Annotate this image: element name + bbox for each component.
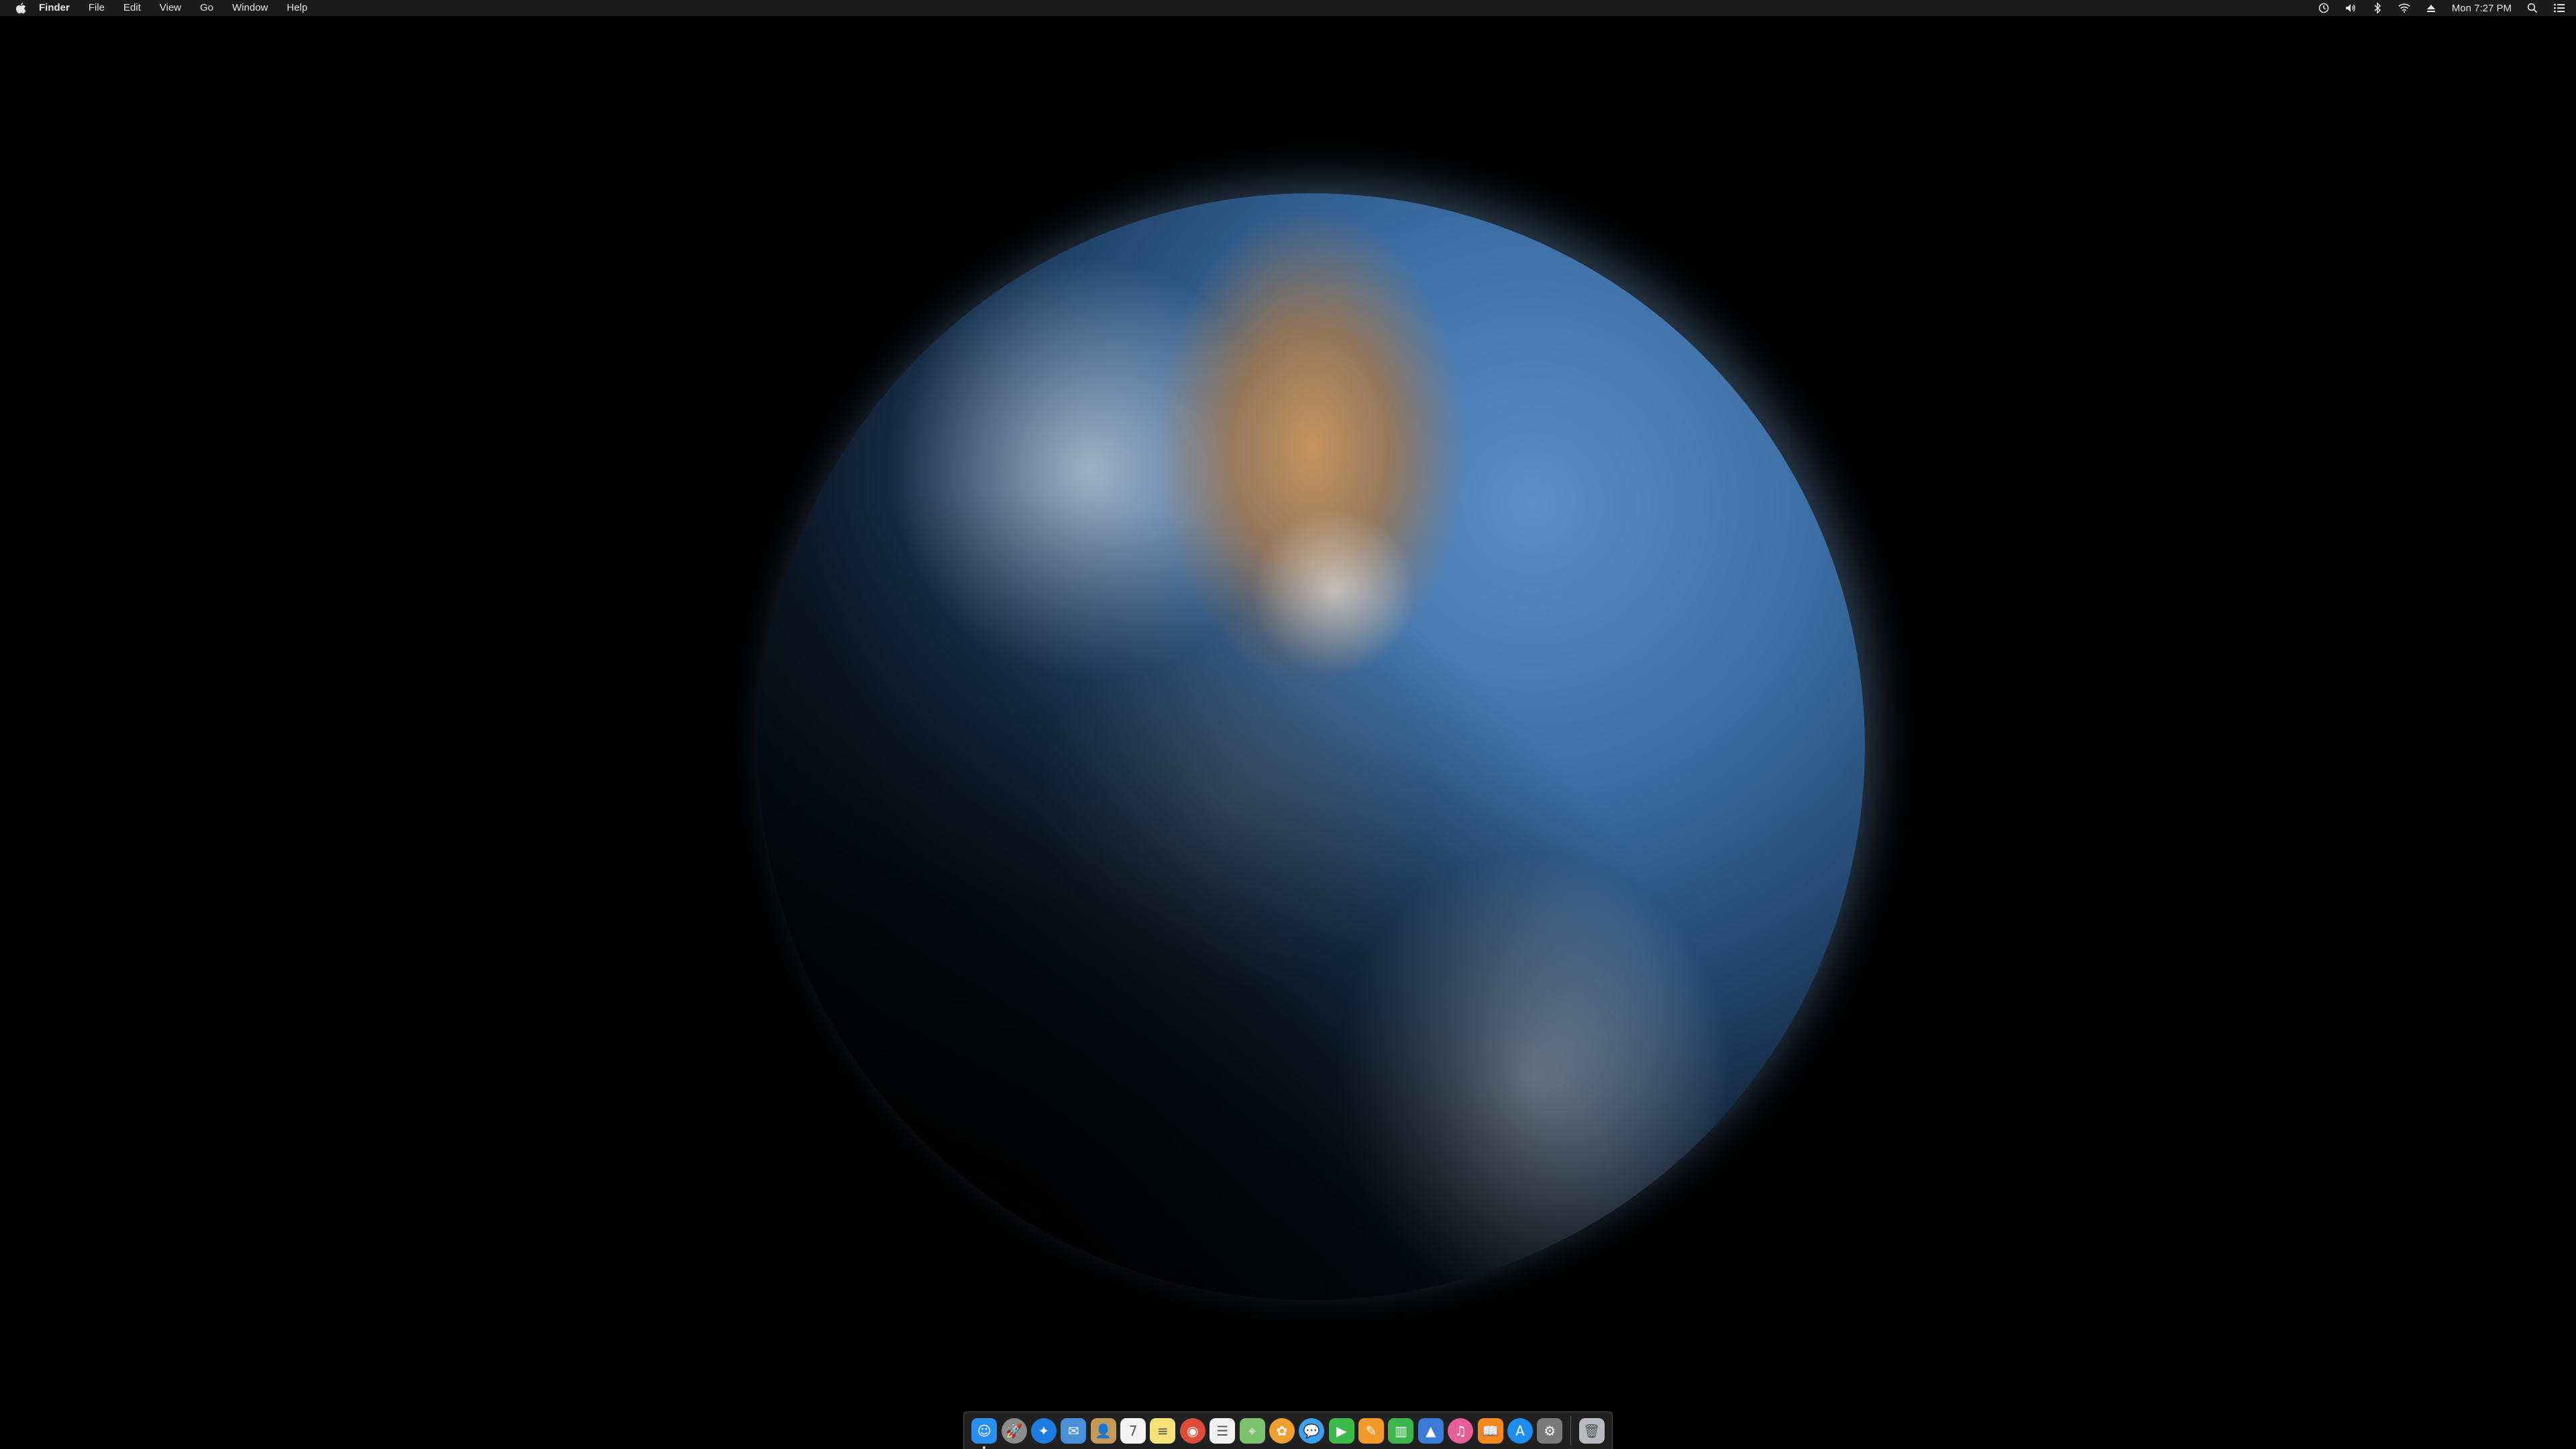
menu-help[interactable]: Help — [287, 0, 308, 16]
apple-icon[interactable] — [15, 2, 27, 14]
dock-item-notes[interactable]: ≡ — [1148, 1415, 1177, 1446]
dock-item-launchpad[interactable]: 🚀 — [999, 1415, 1028, 1446]
dock-item-app-store[interactable]: A — [1505, 1415, 1535, 1446]
chrome-icon: ◉ — [1179, 1417, 1205, 1444]
dock-item-itunes[interactable]: ♫ — [1446, 1415, 1475, 1446]
menu-edit[interactable]: Edit — [123, 0, 141, 16]
launchpad-icon: 🚀 — [1001, 1417, 1027, 1444]
eject-icon[interactable] — [2425, 2, 2437, 14]
dock-item-keynote[interactable]: ▲ — [1416, 1415, 1446, 1446]
dock: ☺ 🚀 ✦ ✉ 👤 7 ≡ ◉ ☰ ⌖ ✿ 💬 ▶ ✎ ▥ ▲ ♫ 📖 A ⚙ 🗑 — [963, 1411, 1613, 1449]
safari-icon: ✦ — [1030, 1417, 1057, 1444]
menu-finder[interactable]: Finder — [39, 0, 70, 16]
dock-item-calendar[interactable]: 7 — [1118, 1415, 1148, 1446]
dock-item-photos[interactable]: ✿ — [1267, 1415, 1297, 1446]
numbers-icon: ▥ — [1388, 1417, 1414, 1444]
system-preferences-icon: ⚙ — [1537, 1417, 1563, 1444]
dock-item-system-preferences[interactable]: ⚙ — [1535, 1415, 1564, 1446]
dock-item-mail[interactable]: ✉ — [1059, 1415, 1088, 1446]
menu-bar: Finder File Edit View Go Window Help Mon… — [0, 0, 2576, 16]
menu-file[interactable]: File — [89, 0, 105, 16]
notes-icon: ≡ — [1150, 1417, 1176, 1444]
dock-item-pages[interactable]: ✎ — [1356, 1415, 1386, 1446]
earth-night-shadow — [758, 193, 1865, 1300]
dock-item-contacts[interactable]: 👤 — [1089, 1415, 1118, 1446]
messages-icon: 💬 — [1299, 1417, 1325, 1444]
notification-center-icon[interactable] — [2553, 2, 2565, 14]
dock-item-facetime[interactable]: ▶ — [1327, 1415, 1356, 1446]
facetime-icon: ▶ — [1328, 1417, 1354, 1444]
dock-item-reminders[interactable]: ☰ — [1208, 1415, 1237, 1446]
dock-item-ibooks[interactable]: 📖 — [1475, 1415, 1505, 1446]
contacts-icon: 👤 — [1090, 1417, 1116, 1444]
dock-item-chrome[interactable]: ◉ — [1178, 1415, 1208, 1446]
wallpaper-earth — [758, 193, 1865, 1300]
dock-item-safari[interactable]: ✦ — [1029, 1415, 1059, 1446]
photos-icon: ✿ — [1269, 1417, 1295, 1444]
dock-item-numbers[interactable]: ▥ — [1386, 1415, 1415, 1446]
app-store-icon: A — [1507, 1417, 1533, 1444]
wifi-icon[interactable] — [2398, 2, 2410, 14]
dock-item-messages[interactable]: 💬 — [1297, 1415, 1326, 1446]
itunes-icon: ♫ — [1448, 1417, 1474, 1444]
dock-separator — [1570, 1415, 1572, 1446]
dock-item-trash[interactable]: 🗑 — [1576, 1415, 1606, 1446]
keynote-icon: ▲ — [1417, 1417, 1444, 1444]
running-indicator — [983, 1446, 986, 1449]
ibooks-icon: 📖 — [1477, 1417, 1503, 1444]
pages-icon: ✎ — [1358, 1417, 1385, 1444]
desktop: Finder File Edit View Go Window Help Mon… — [0, 0, 2576, 1449]
maps-icon: ⌖ — [1239, 1417, 1265, 1444]
bluetooth-icon[interactable] — [2371, 2, 2383, 14]
trash-icon: 🗑 — [1578, 1417, 1605, 1444]
menu-window[interactable]: Window — [232, 0, 268, 16]
menu-view[interactable]: View — [160, 0, 181, 16]
volume-icon[interactable] — [2345, 2, 2357, 14]
status-area: Mon 7:27 PM — [2318, 0, 2565, 16]
menu-go[interactable]: Go — [200, 0, 213, 16]
calendar-icon: 7 — [1120, 1417, 1146, 1444]
reminders-icon: ☰ — [1210, 1417, 1236, 1444]
mail-icon: ✉ — [1061, 1417, 1087, 1444]
spotlight-icon[interactable] — [2526, 2, 2538, 14]
finder-icon: ☺ — [971, 1417, 998, 1444]
apple-icon-glyph — [16, 3, 26, 13]
dock-item-finder[interactable]: ☺ — [969, 1415, 999, 1449]
menu-bar-clock[interactable]: Mon 7:27 PM — [2452, 3, 2512, 14]
time-machine-icon[interactable] — [2318, 2, 2330, 14]
dock-item-maps[interactable]: ⌖ — [1237, 1415, 1267, 1446]
